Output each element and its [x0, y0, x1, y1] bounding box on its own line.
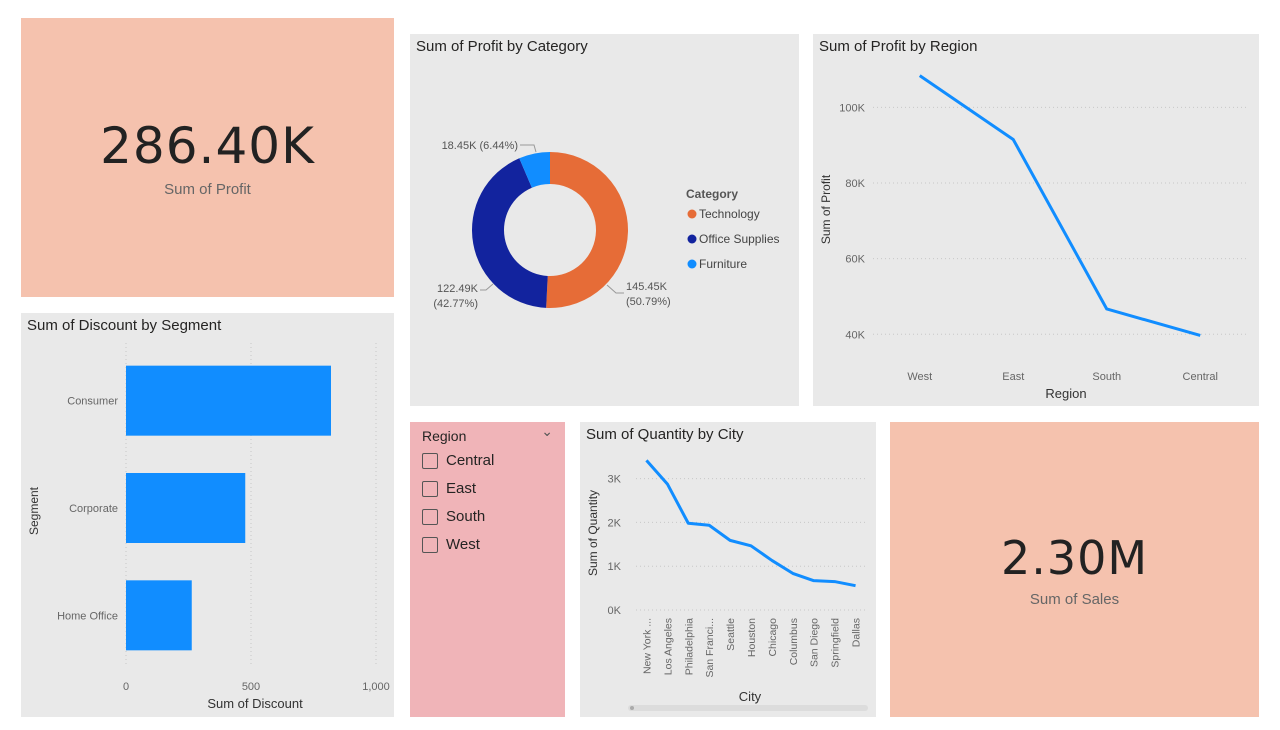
y-tick-label: Home Office [57, 610, 118, 622]
checkbox[interactable] [422, 480, 438, 497]
y-tick-label: 3K [608, 474, 622, 486]
bar [126, 473, 246, 543]
region-slicer[interactable]: Region ⌄ Central East South West [410, 422, 565, 717]
y-axis-label: Segment [27, 486, 41, 535]
leader-line [480, 283, 494, 291]
y-tick-label: 80K [845, 178, 865, 190]
region-slicer-title: Region [422, 428, 467, 444]
bar [126, 580, 192, 651]
x-tick-label: West [907, 371, 932, 383]
x-tick-label: South [1092, 371, 1121, 383]
slicer-item-east[interactable]: East [422, 480, 476, 497]
slicer-item-label: Central [446, 452, 495, 469]
horizontal-scrollbar [628, 705, 868, 711]
checkbox[interactable] [422, 536, 438, 553]
discount-by-segment-chart[interactable]: 0 500 1,000ConsumerCorporateHome OfficeSum… [21, 313, 394, 717]
y-tick-label: 2K [608, 517, 622, 529]
leader-line [520, 144, 537, 153]
quantity-by-city-panel[interactable]: Sum of Quantity by City 0K 1K 2K 3K New York… [580, 422, 876, 717]
y-tick-label: Consumer [67, 396, 118, 408]
scrollbar-handle [630, 706, 634, 710]
x-tick-label: Chicago [767, 618, 779, 657]
legend-marker [687, 234, 697, 244]
y-tick-label: 40K [845, 329, 865, 341]
bar [126, 365, 331, 436]
data-label-technology-pct: (50.79%) [626, 296, 671, 308]
y-tick-label: 0K [608, 605, 622, 617]
profit-by-category-chart[interactable]: 145.45K (50.79%) 122.49K (42.77%) 18.45K (6.… [410, 34, 799, 406]
x-tick-label: 0 [123, 681, 129, 693]
profit-by-category-panel[interactable]: Sum of Profit by Category 145.45K (50.79%… [410, 34, 799, 406]
x-tick-label: 500 [242, 681, 260, 693]
legend-marker [687, 259, 697, 269]
slicer-item-label: East [446, 480, 477, 497]
profit-card: 286.40K Sum of Profit [21, 18, 394, 297]
quantity-by-city-chart[interactable]: 0K 1K 2K 3K New York ... Los Angeles Philadelp… [580, 422, 876, 717]
legend-title: Category [686, 187, 738, 201]
data-label-furniture: 18.45K (6.44%) [442, 140, 518, 152]
discount-by-segment-panel[interactable]: Sum of Discount by Segment 0 500 1,000 Cons… [21, 313, 394, 717]
y-tick-label: 1K [608, 561, 622, 573]
chevron-down-icon[interactable]: ⌄ [541, 424, 553, 440]
sales-card-label: Sum of Sales [1029, 591, 1120, 608]
x-tick-label: Columbus [788, 618, 800, 665]
y-tick-label: Corporate [69, 503, 118, 515]
x-tick-label: Seattle [725, 618, 737, 651]
data-label-office-supplies-pct: (42.77%) [433, 298, 478, 310]
sales-card: 2.30M Sum of Sales [890, 422, 1259, 717]
x-axis-label: Region [1045, 386, 1086, 401]
y-axis-label: Sum of Profit [819, 174, 833, 244]
legend-item: Office Supplies [699, 232, 780, 246]
donut-slice-technology [546, 152, 628, 308]
y-tick-label: 100K [839, 102, 865, 114]
leader-line [606, 284, 624, 294]
legend-item: Furniture [699, 257, 747, 271]
x-axis-label: City [739, 689, 762, 704]
x-tick-label: Los Angeles [662, 618, 674, 675]
x-tick-label: Central [1183, 371, 1218, 383]
profit-by-region-chart[interactable]: 40K60K80K100KWest East South CentralRegionS… [813, 34, 1259, 406]
data-label-office-supplies: 122.49K [437, 283, 479, 295]
slicer-item-west[interactable]: West [422, 536, 480, 553]
profit-card-value: 286.40K [100, 117, 315, 175]
slicer-item-central[interactable]: Central [422, 452, 494, 469]
x-axis-label: Sum of Discount [207, 696, 303, 711]
x-tick-label: East [1002, 371, 1024, 383]
checkbox[interactable] [422, 452, 438, 469]
x-tick-label: New York ... [641, 618, 653, 674]
series-line [645, 459, 856, 588]
x-tick-label: San Franci... [704, 618, 716, 678]
x-tick-label: Dallas [851, 618, 863, 647]
legend-item: Technology [699, 207, 760, 221]
data-label-technology: 145.45K [626, 281, 668, 293]
x-tick-label: Houston [746, 618, 758, 657]
x-tick-label: Philadelphia [683, 618, 695, 675]
profit-by-region-panel[interactable]: Sum of Profit by Region 40K 60K 80K 100K Wes… [813, 34, 1259, 406]
legend-marker [687, 209, 697, 219]
checkbox[interactable] [422, 508, 438, 525]
slicer-item-south[interactable]: South [422, 508, 485, 525]
sales-card-value: 2.30M [1000, 531, 1149, 585]
y-tick-label: 60K [845, 254, 865, 266]
series-line [918, 74, 1201, 337]
x-tick-label: Springfield [830, 618, 842, 668]
x-tick-label: 1,000 [362, 681, 390, 693]
profit-card-label: Sum of Profit [164, 181, 251, 198]
y-axis-label: Sum of Quantity [586, 490, 600, 576]
slicer-item-label: South [446, 508, 486, 525]
slicer-item-label: West [446, 536, 480, 553]
x-tick-label: San Diego [809, 618, 821, 667]
